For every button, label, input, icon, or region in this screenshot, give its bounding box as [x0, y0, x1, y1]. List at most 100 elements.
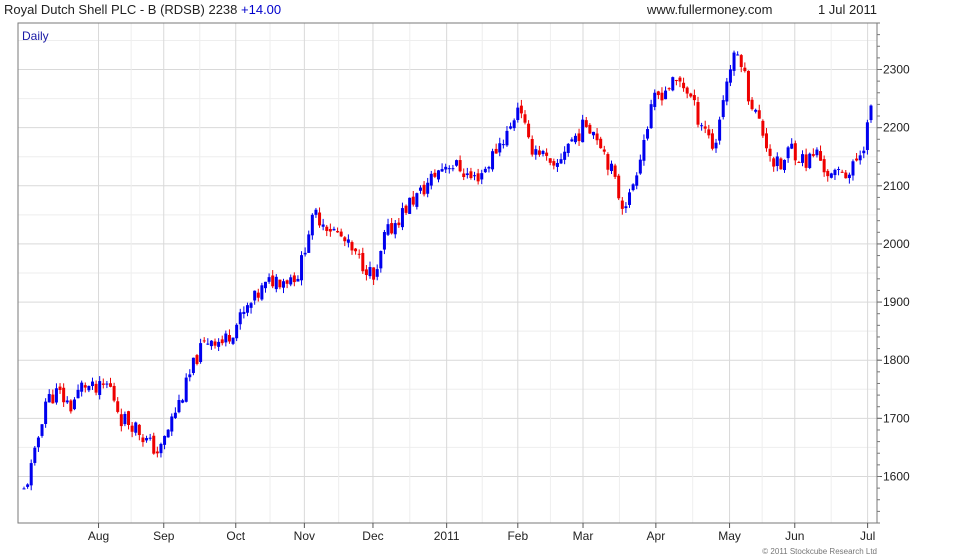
candle-body: [375, 269, 379, 277]
candle-body: [512, 120, 516, 129]
y-tick-label: 2000: [883, 237, 910, 251]
candle-body: [177, 400, 181, 413]
candle: [260, 282, 264, 301]
y-tick-label: 2100: [883, 179, 910, 193]
candle-body: [822, 159, 826, 173]
candle-body: [862, 150, 866, 154]
candle-body: [829, 173, 833, 178]
candle-body: [29, 463, 33, 486]
candle-body: [436, 170, 440, 180]
candle-body: [184, 377, 188, 402]
candle-body: [847, 174, 851, 179]
candle-body: [700, 125, 704, 127]
candle-body: [728, 69, 732, 83]
candle-body: [440, 169, 444, 172]
candle-body: [307, 234, 311, 253]
candle-body: [260, 285, 264, 300]
candle-body: [602, 149, 606, 152]
candle-body: [487, 167, 491, 169]
candle-body: [473, 175, 477, 177]
candle: [455, 159, 459, 167]
candle-body: [415, 193, 419, 207]
candle-body: [826, 170, 830, 177]
candle-body: [404, 205, 408, 213]
candle: [408, 197, 412, 215]
candle-body: [386, 224, 390, 235]
candle-body: [33, 447, 37, 463]
candle-body: [469, 171, 473, 179]
candle-body: [624, 206, 628, 209]
candle-body: [599, 138, 603, 149]
candle: [613, 163, 617, 180]
candle-body: [628, 192, 632, 205]
candle-body: [408, 197, 412, 214]
candle-body: [72, 399, 76, 410]
candle-body: [199, 343, 203, 362]
candle-body: [537, 150, 541, 155]
candle-body: [289, 277, 293, 285]
candle-body: [732, 52, 736, 71]
candle-body: [851, 161, 855, 176]
candle-body: [310, 214, 314, 236]
candle-body: [739, 55, 743, 67]
candle-body: [65, 400, 69, 403]
candle-body: [674, 80, 678, 82]
candle-body: [127, 411, 131, 425]
candle: [184, 373, 188, 403]
candle-body: [357, 253, 361, 255]
candle-body: [346, 239, 350, 243]
candle: [195, 353, 199, 366]
candle-body: [444, 166, 448, 170]
candle-body: [224, 333, 228, 343]
candle-body: [516, 107, 520, 121]
candle-body: [865, 122, 869, 151]
candle-body: [137, 424, 141, 436]
candle: [40, 424, 44, 438]
candle-body: [318, 212, 322, 226]
candle-body: [797, 161, 801, 163]
copyright-label: © 2011 Stockcube Research Ltd: [762, 547, 877, 556]
candle-body: [51, 394, 55, 404]
candle-body: [422, 184, 426, 195]
candle-body: [718, 119, 722, 141]
candle-body: [220, 339, 224, 344]
x-tick-label: Jun: [785, 529, 804, 543]
candle-body: [282, 281, 286, 288]
candle-body: [527, 123, 531, 138]
candle-body: [181, 400, 185, 403]
candle-body: [206, 343, 210, 345]
candle-body: [462, 173, 466, 178]
candle-body: [227, 335, 231, 342]
candle-body: [642, 139, 646, 161]
candle-body: [321, 224, 325, 227]
candle-body: [548, 158, 552, 163]
candle: [746, 70, 750, 105]
candle-body: [491, 151, 495, 170]
candle-body: [761, 120, 765, 136]
candle-body: [256, 292, 260, 298]
candle: [829, 172, 833, 179]
x-tick-label: Feb: [507, 529, 528, 543]
candle: [671, 76, 675, 92]
candle: [725, 77, 729, 106]
candle: [300, 251, 304, 286]
candle-body: [768, 148, 772, 156]
candle: [491, 148, 495, 172]
candle-body: [379, 250, 383, 269]
candle-body: [678, 77, 682, 82]
candle-body: [163, 435, 167, 445]
x-tick-label: Sep: [153, 529, 175, 543]
y-tick-label: 1700: [883, 411, 910, 425]
website-label: www.fullermoney.com: [646, 2, 772, 17]
candle-body: [833, 169, 837, 176]
candle-body: [606, 154, 610, 170]
candle-body: [667, 88, 671, 90]
y-tick-label: 2200: [883, 121, 910, 135]
candle-body: [649, 104, 653, 129]
candle-body: [112, 385, 116, 401]
candle-body: [397, 222, 401, 226]
candle-body: [274, 276, 278, 290]
candle-body: [245, 305, 249, 313]
candle-body: [191, 357, 195, 374]
candle-body: [757, 110, 761, 119]
